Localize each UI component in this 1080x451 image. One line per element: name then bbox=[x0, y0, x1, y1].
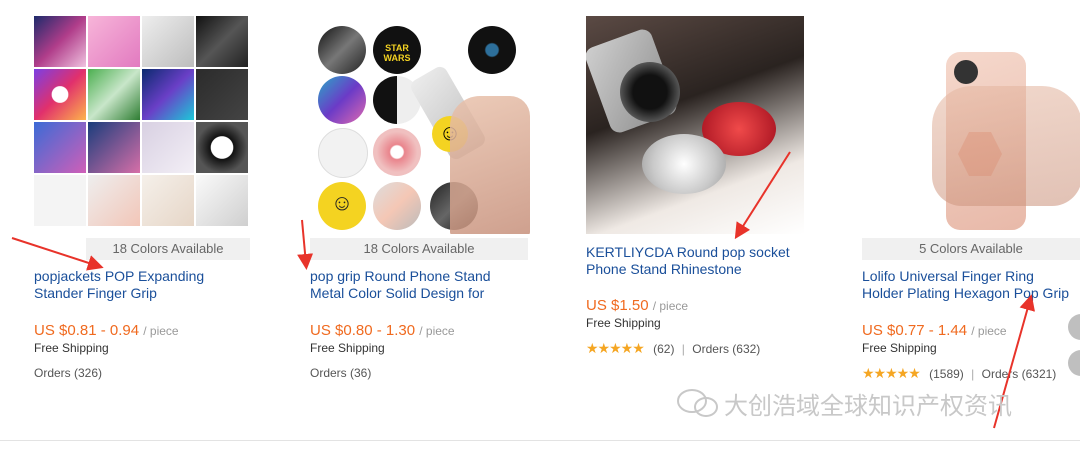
divider bbox=[0, 440, 1080, 441]
annotation-arrow-icon bbox=[11, 151, 1035, 429]
watermark-text: 大创浩域全球知识产权资讯 bbox=[724, 392, 1012, 420]
wechat-icon bbox=[677, 389, 718, 417]
